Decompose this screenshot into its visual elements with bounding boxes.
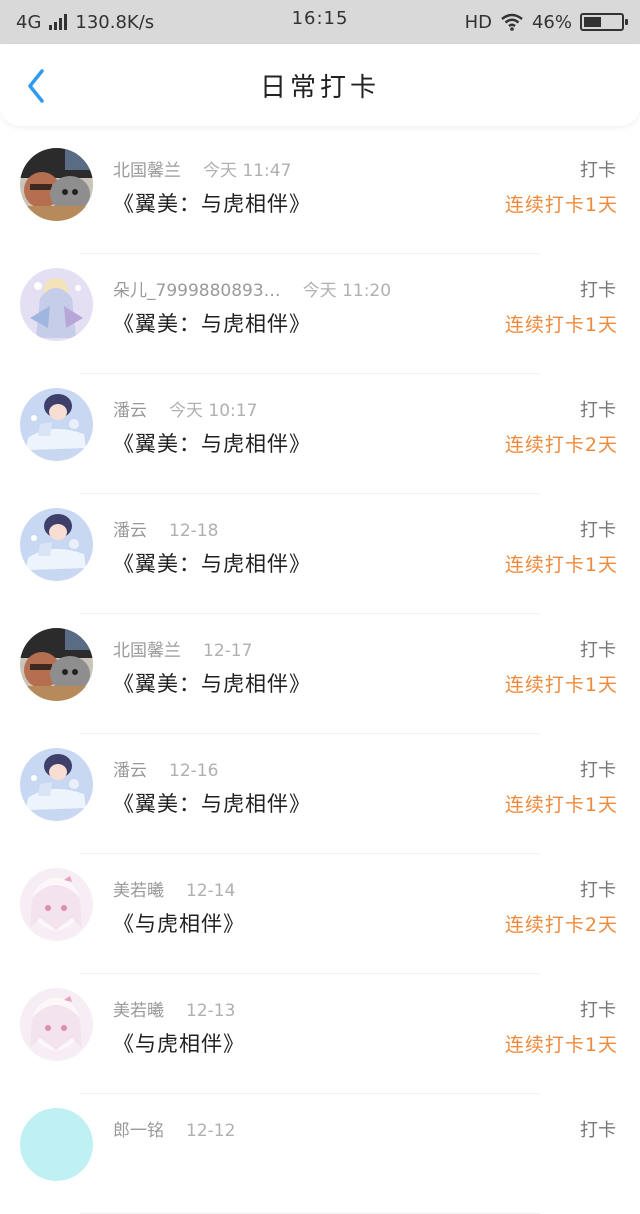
- list-item[interactable]: 郎一铭 12-12 打卡: [0, 1094, 640, 1214]
- avatar[interactable]: [20, 268, 93, 341]
- checkin-tag[interactable]: 打卡: [580, 636, 616, 662]
- item-meta: 美若曦 12-14: [113, 876, 235, 901]
- item-meta: 郎一铭 12-12: [113, 1116, 235, 1141]
- page-title: 日常打卡: [259, 72, 380, 103]
- item-meta: 潘云 12-16: [113, 756, 218, 781]
- streak-label: 连续打卡1天: [504, 194, 618, 216]
- checkin-tag[interactable]: 打卡: [580, 276, 616, 302]
- item-time: 12-17: [203, 641, 253, 661]
- list-item[interactable]: 朵儿_7999880893… 今天 11:20 《翼美：与虎相伴》 打卡连续打卡1天: [0, 254, 640, 374]
- item-meta: 北国馨兰 12-17: [113, 636, 252, 661]
- user-name: 朵儿_7999880893…: [113, 281, 281, 301]
- avatar[interactable]: [20, 148, 93, 221]
- item-time: 12-14: [186, 881, 236, 901]
- user-name: 美若曦: [113, 881, 164, 901]
- item-meta: 朵儿_7999880893… 今天 11:20: [113, 276, 391, 301]
- work-title: 《翼美：与虎相伴》: [113, 312, 311, 336]
- work-title: 《翼美：与虎相伴》: [113, 432, 311, 456]
- checkin-tag[interactable]: 打卡: [580, 876, 616, 902]
- work-title: 《与虎相伴》: [113, 1032, 245, 1056]
- item-time: 12-12: [186, 1121, 236, 1141]
- user-name: 美若曦: [113, 1001, 164, 1021]
- list-item[interactable]: 北国馨兰 12-17 《翼美：与虎相伴》 打卡连续打卡1天: [0, 614, 640, 734]
- checkin-tag[interactable]: 打卡: [580, 516, 616, 542]
- user-name: 潘云: [113, 761, 147, 781]
- streak-label: 连续打卡2天: [504, 434, 618, 456]
- back-button[interactable]: [18, 68, 54, 104]
- title-bar: 日常打卡: [0, 44, 640, 126]
- checkin-tag[interactable]: 打卡: [580, 756, 616, 782]
- item-time: 今天 11:47: [203, 161, 292, 181]
- streak-label: 连续打卡1天: [504, 674, 618, 696]
- checkin-tag[interactable]: 打卡: [580, 396, 616, 422]
- user-name: 北国馨兰: [113, 161, 181, 181]
- list-item[interactable]: 北国馨兰 今天 11:47 《翼美：与虎相伴》 打卡连续打卡1天: [0, 134, 640, 254]
- avatar[interactable]: [20, 388, 93, 461]
- work-title: 《翼美：与虎相伴》: [113, 672, 311, 696]
- item-meta: 潘云 12-18: [113, 516, 218, 541]
- user-name: 北国馨兰: [113, 641, 181, 661]
- status-bar: 4G 130.8K/s 16:15 HD 46%: [0, 0, 640, 44]
- item-meta: 潘云 今天 10:17: [113, 396, 257, 421]
- work-title: 《翼美：与虎相伴》: [113, 192, 311, 216]
- avatar[interactable]: [20, 1108, 93, 1181]
- list-item[interactable]: 潘云 12-18 《翼美：与虎相伴》 打卡连续打卡1天: [0, 494, 640, 614]
- avatar[interactable]: [20, 988, 93, 1061]
- avatar[interactable]: [20, 508, 93, 581]
- streak-label: 连续打卡1天: [504, 794, 618, 816]
- work-title: 《翼美：与虎相伴》: [113, 792, 311, 816]
- checkin-list: 北国馨兰 今天 11:47 《翼美：与虎相伴》 打卡 连续打卡1天 朵儿_79998808…: [0, 134, 640, 1214]
- user-name: 潘云: [113, 521, 147, 541]
- user-name: 郎一铭: [113, 1121, 164, 1141]
- work-title: 《翼美：与虎相伴》: [113, 552, 311, 576]
- item-time: 12-13: [186, 1001, 236, 1021]
- battery-fill: [584, 17, 601, 27]
- list-item[interactable]: 美若曦 12-14 《与虎相伴》 打卡连续打卡2天: [0, 854, 640, 974]
- list-item[interactable]: 潘云 12-16 《翼美：与虎相伴》 打卡连续打卡1天: [0, 734, 640, 854]
- checkin-tag[interactable]: 打卡: [580, 156, 616, 182]
- checkin-tag[interactable]: 打卡: [580, 1116, 616, 1142]
- checkin-tag[interactable]: 打卡: [580, 996, 616, 1022]
- list-item[interactable]: 美若曦 12-13 《与虎相伴》 打卡连续打卡1天: [0, 974, 640, 1094]
- avatar[interactable]: [20, 868, 93, 941]
- item-meta: 美若曦 12-13: [113, 996, 235, 1021]
- battery-icon: [580, 13, 628, 31]
- streak-label: 连续打卡1天: [504, 314, 618, 336]
- streak-label: 连续打卡1天: [504, 554, 618, 576]
- avatar[interactable]: [20, 628, 93, 701]
- streak-label: 连续打卡1天: [504, 1034, 618, 1056]
- work-title: 《与虎相伴》: [113, 912, 245, 936]
- item-meta: 北国馨兰 今天 11:47: [113, 156, 291, 181]
- user-name: 潘云: [113, 401, 147, 421]
- item-time: 今天 11:20: [302, 281, 392, 301]
- list-item[interactable]: 潘云 今天 10:17 《翼美：与虎相伴》 打卡连续打卡2天: [0, 374, 640, 494]
- item-time: 12-16: [169, 761, 219, 781]
- chevron-left-icon: [28, 69, 44, 103]
- item-time: 今天 10:17: [169, 401, 258, 421]
- streak-label: 连续打卡2天: [504, 914, 618, 936]
- clock: 16:15: [291, 8, 349, 29]
- item-time: 12-18: [169, 521, 219, 541]
- avatar[interactable]: [20, 748, 93, 821]
